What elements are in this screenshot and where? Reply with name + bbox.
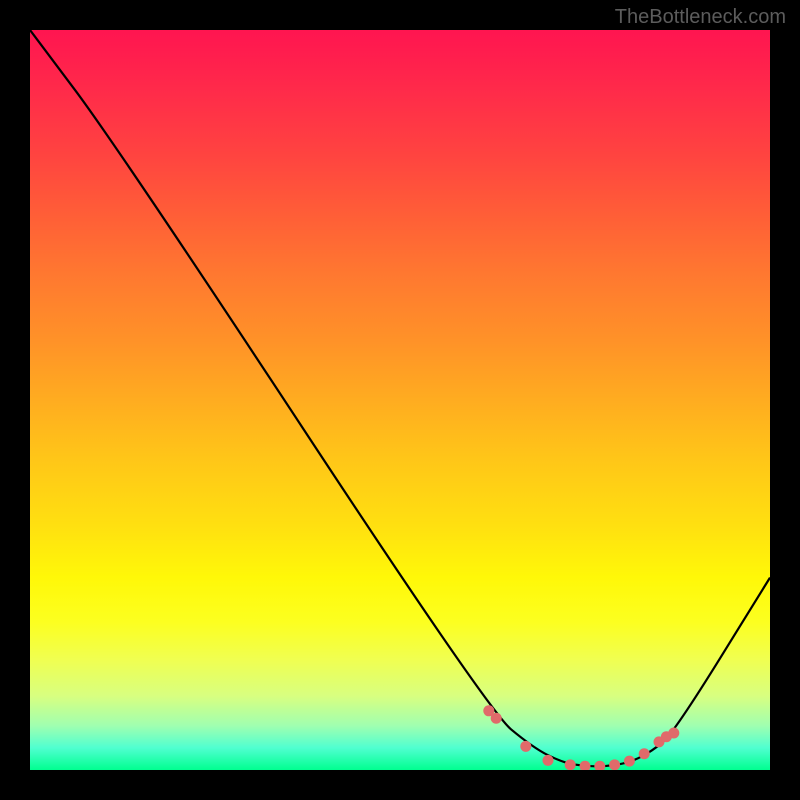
marker-dot: [594, 761, 605, 770]
marker-dot: [639, 748, 650, 759]
marker-dot: [520, 741, 531, 752]
chart-svg: [30, 30, 770, 770]
marker-dot: [624, 756, 635, 767]
marker-dot: [668, 728, 679, 739]
marker-dot: [565, 759, 576, 770]
marker-dot: [543, 755, 554, 766]
marker-dot: [609, 759, 620, 770]
marker-dot: [580, 761, 591, 770]
marker-dot: [491, 713, 502, 724]
marker-group: [483, 705, 679, 770]
watermark-text: TheBottleneck.com: [615, 6, 786, 29]
chart-plot-area: [30, 30, 770, 770]
line-series-curve: [30, 30, 770, 766]
